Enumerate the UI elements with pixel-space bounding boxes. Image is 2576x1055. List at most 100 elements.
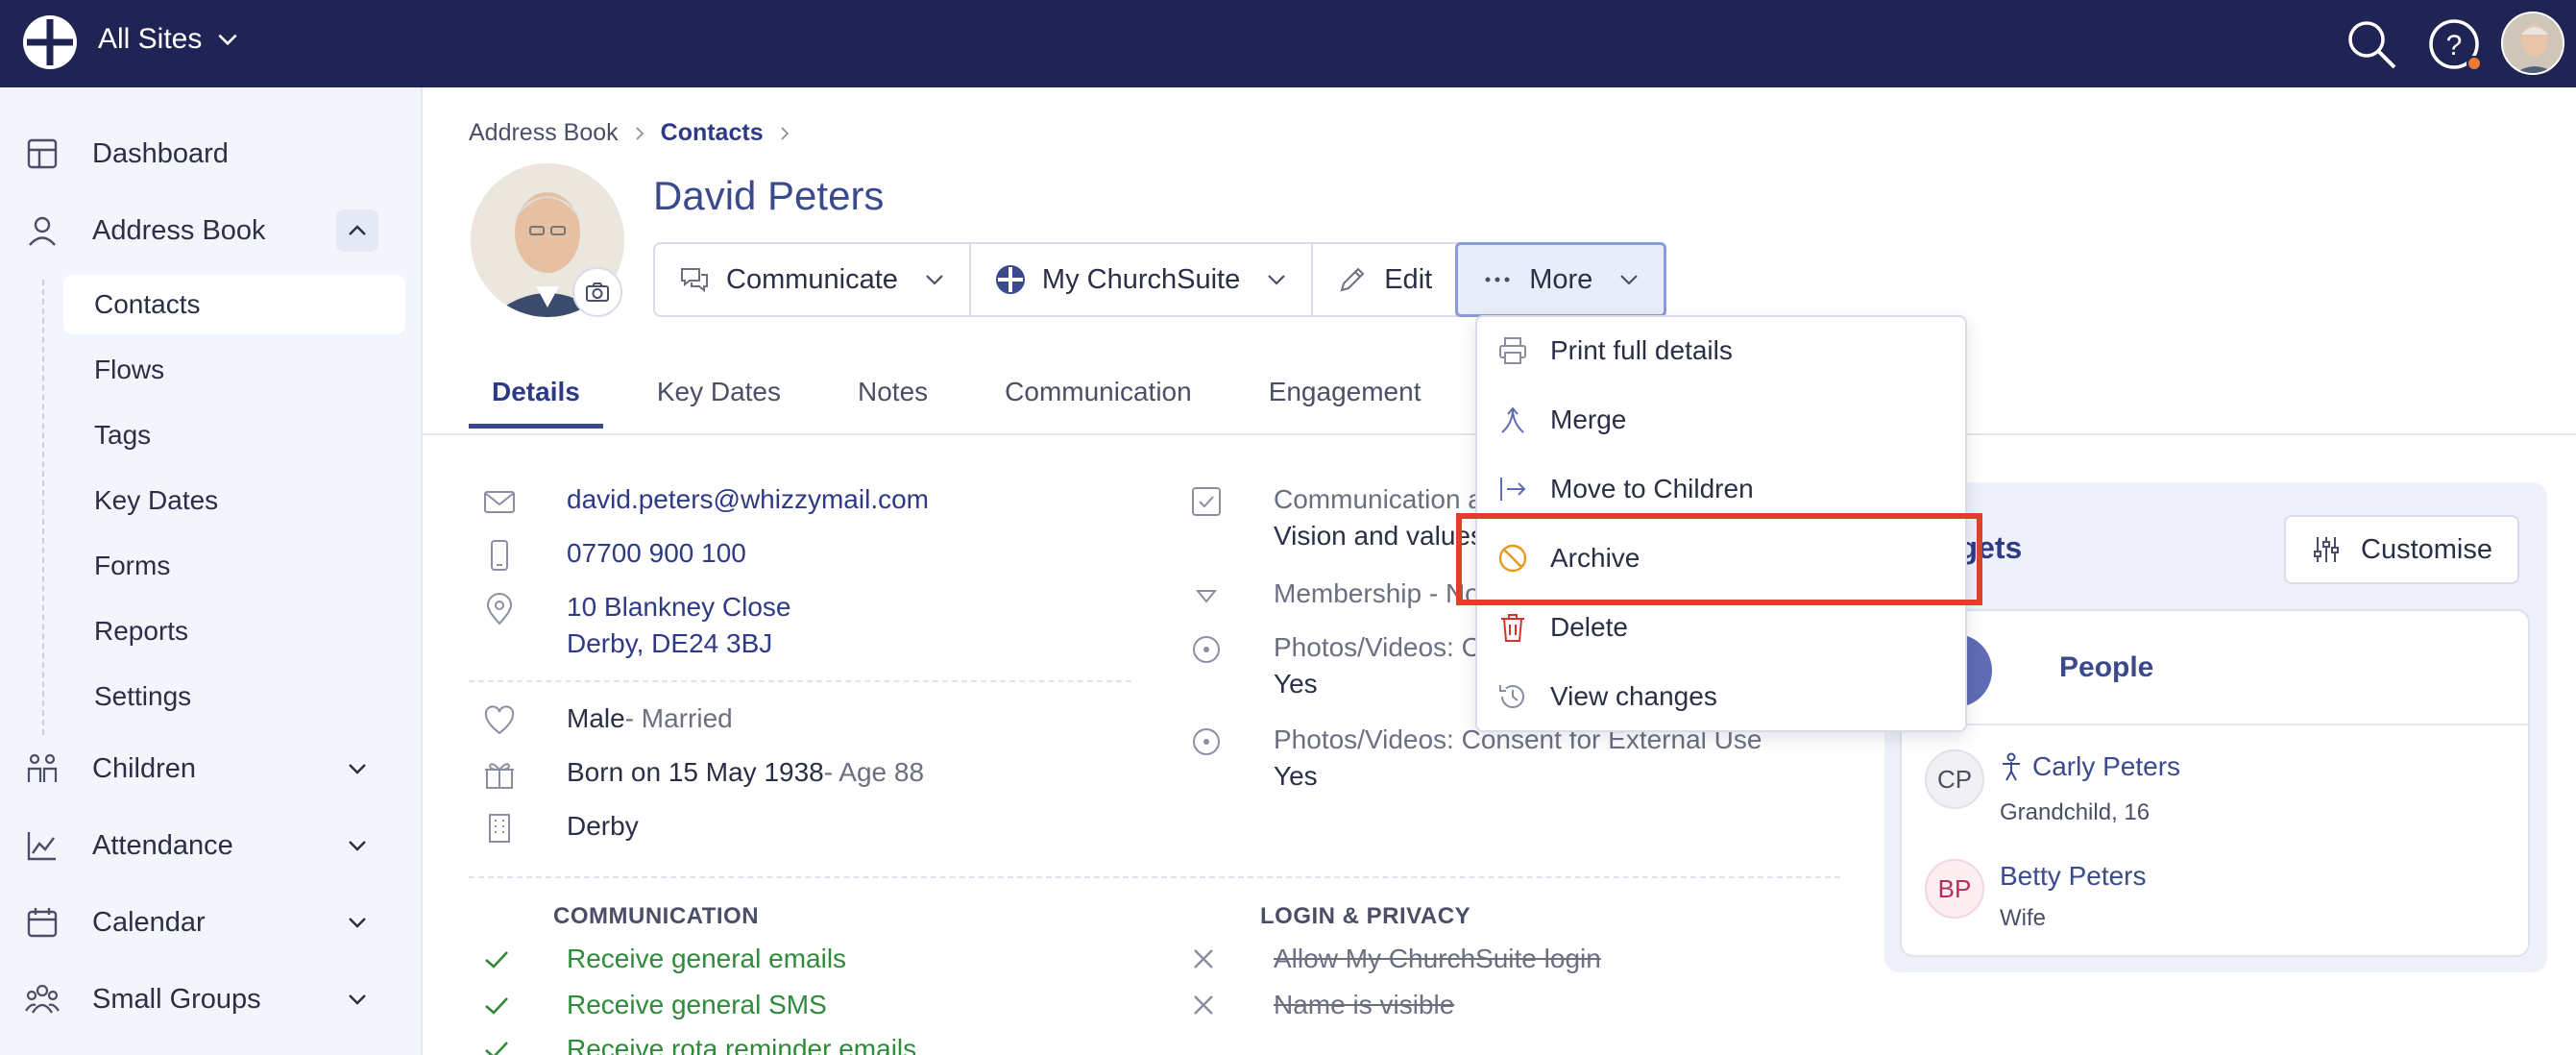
- related-person-name: Betty Peters: [2000, 861, 2147, 891]
- phone-link[interactable]: 07700 900 100: [567, 538, 746, 569]
- sidebar-item-label: Contacts: [94, 289, 201, 319]
- tab-notes[interactable]: Notes: [835, 363, 951, 429]
- related-person-link[interactable]: Betty Peters: [2000, 861, 2147, 892]
- chevron-down-icon: [349, 994, 366, 1005]
- user-avatar-image: [2503, 13, 2563, 73]
- change-photo-button[interactable]: [572, 267, 622, 317]
- sidebar-item-label: Small Groups: [92, 983, 261, 1015]
- pencil-icon: [1340, 267, 1365, 292]
- breadcrumb-address-book[interactable]: Address Book: [469, 119, 619, 147]
- collapse-address-book-button[interactable]: [336, 209, 378, 252]
- sidebar-item-key-dates[interactable]: Key Dates: [63, 471, 405, 530]
- menu-item-move-to-children[interactable]: Move to Children: [1496, 473, 1754, 505]
- chevron-down-icon: [349, 918, 366, 928]
- sidebar-item-children[interactable]: Children: [25, 751, 196, 786]
- communication-heading: COMMUNICATION: [553, 903, 760, 929]
- group-icon: [25, 984, 60, 1014]
- sidebar-item-flows[interactable]: Flows: [63, 340, 405, 400]
- sidebar-item-label: Forms: [94, 551, 171, 580]
- search-icon[interactable]: [2344, 16, 2399, 72]
- menu-item-delete[interactable]: Delete: [1496, 611, 1628, 644]
- expand-calendar-button[interactable]: [336, 901, 378, 944]
- communicate-button[interactable]: Communicate: [655, 244, 971, 315]
- sidebar-item-label: Settings: [94, 681, 192, 711]
- pref-rota-reminders: Receive rota reminder emails: [567, 1034, 917, 1055]
- sidebar-item-label: Address Book: [92, 214, 266, 246]
- sidebar-item-forms[interactable]: Forms: [63, 536, 405, 596]
- sidebar-item-label: Children: [92, 752, 196, 784]
- sidebar-item-attendance[interactable]: Attendance: [25, 828, 233, 863]
- email-link[interactable]: david.peters@whizzymail.com: [567, 484, 929, 515]
- sidebar-item-contacts[interactable]: Contacts: [63, 275, 405, 334]
- people-widget-title[interactable]: People: [2059, 651, 2153, 684]
- radio-dot-icon: [1193, 728, 1220, 755]
- breadcrumb-contacts[interactable]: Contacts: [661, 119, 764, 147]
- people-widget: [1900, 609, 2530, 957]
- customise-label: Customise: [2361, 533, 2492, 565]
- section-divider: [469, 876, 1840, 878]
- marital-status: - Married: [624, 703, 733, 733]
- customise-button[interactable]: Customise: [2284, 515, 2519, 584]
- my-churchsuite-button[interactable]: My ChurchSuite: [971, 244, 1314, 315]
- related-person-link[interactable]: Carly Peters: [2000, 751, 2180, 782]
- communication-field-value: Vision and values: [1274, 521, 1484, 551]
- expand-attendance-button[interactable]: [336, 824, 378, 867]
- address-line-2[interactable]: Derby, DE24 3BJ: [567, 628, 790, 659]
- tab-engagement[interactable]: Engagement: [1246, 363, 1445, 429]
- sidebar-item-dashboard[interactable]: Dashboard: [25, 136, 229, 171]
- sidebar-item-settings[interactable]: Settings: [63, 667, 405, 726]
- sidebar-item-tags[interactable]: Tags: [63, 405, 405, 465]
- menu-item-view-changes[interactable]: View changes: [1496, 680, 1717, 713]
- expand-children-button[interactable]: [336, 748, 378, 790]
- checkbox-icon: [1192, 487, 1221, 516]
- person-icon: [29, 216, 56, 246]
- action-button-group: Communicate My ChurchSuite Edit More: [653, 242, 1667, 317]
- menu-item-label: Move to Children: [1550, 474, 1754, 503]
- pref-general-sms: Receive general SMS: [567, 990, 827, 1019]
- more-button[interactable]: More: [1455, 242, 1667, 317]
- address-line-1[interactable]: 10 Blankney Close: [567, 592, 790, 623]
- check-icon: [485, 1042, 508, 1055]
- menu-item-label: View changes: [1550, 681, 1717, 711]
- expand-small-groups-button[interactable]: [336, 978, 378, 1020]
- menu-item-label: Print full details: [1550, 335, 1733, 365]
- archive-highlight-box: [1456, 513, 1982, 605]
- edit-label: Edit: [1384, 263, 1433, 295]
- sidebar-item-label: Reports: [94, 616, 189, 646]
- sidebar-item-small-groups[interactable]: Small Groups: [25, 982, 261, 1017]
- privacy-row: Allow My ChurchSuite login: [1189, 944, 1601, 974]
- sidebar-item-address-book[interactable]: Address Book: [25, 213, 266, 248]
- site-switcher[interactable]: All Sites: [98, 23, 240, 56]
- more-dots-icon: [1485, 277, 1510, 282]
- more-label: More: [1529, 263, 1593, 295]
- photos-external-row: Photos/Videos: Consent for External Use …: [1189, 724, 1762, 792]
- chevron-right-icon: [780, 126, 789, 140]
- pref-row: Receive general SMS: [482, 990, 827, 1020]
- svg-text:?: ?: [2446, 30, 2463, 61]
- membership-value: Membership - No: [1274, 578, 1480, 608]
- menu-item-merge[interactable]: Merge: [1496, 404, 1626, 436]
- communication-field-label: Communication a: [1274, 484, 1483, 514]
- menu-item-print[interactable]: Print full details: [1496, 334, 1733, 367]
- user-avatar[interactable]: [2501, 12, 2564, 75]
- gift-icon: [485, 763, 514, 789]
- sidebar-item-label: Dashboard: [92, 137, 229, 169]
- site-row: Derby: [482, 811, 639, 846]
- age-value: - Age 88: [823, 757, 925, 787]
- edit-button[interactable]: Edit: [1313, 244, 1458, 315]
- tab-communication[interactable]: Communication: [982, 363, 1215, 429]
- pref-row: Receive rota reminder emails: [482, 1034, 916, 1055]
- tab-key-dates[interactable]: Key Dates: [634, 363, 804, 429]
- churchsuite-logo-icon[interactable]: [21, 13, 79, 71]
- gender-value: Male: [567, 703, 625, 733]
- related-person-relation: Grandchild, 16: [2000, 799, 2151, 825]
- churchsuite-icon: [995, 265, 1025, 294]
- sidebar-item-reports[interactable]: Reports: [63, 601, 405, 661]
- photos-internal-value: Yes: [1274, 669, 1318, 699]
- tab-details[interactable]: Details: [469, 363, 603, 429]
- gender-row: Male - Married: [482, 703, 733, 738]
- triangle-down-icon: [1195, 590, 1218, 603]
- sidebar-item-calendar[interactable]: Calendar: [25, 905, 206, 940]
- printer-icon: [1499, 337, 1526, 364]
- related-person-name: Carly Peters: [2032, 751, 2181, 781]
